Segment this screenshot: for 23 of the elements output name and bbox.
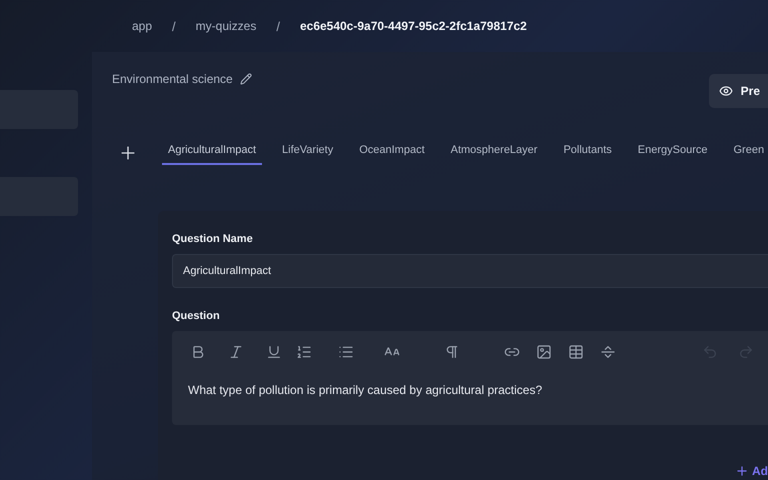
pencil-icon[interactable] bbox=[240, 73, 252, 85]
question-tab[interactable]: LifeVariety bbox=[276, 140, 340, 165]
question-tab[interactable]: Pollutants bbox=[557, 140, 618, 165]
question-tab[interactable]: AgriculturalImpact bbox=[162, 140, 262, 165]
breadcrumb-link[interactable]: ec6e540c-9a70-4497-95c2-2fc1a79817c2 bbox=[300, 19, 527, 33]
field-label: Question bbox=[172, 310, 221, 322]
question-name-field[interactable]: AgriculturalImpact bbox=[172, 254, 768, 288]
eye-icon bbox=[718, 84, 733, 98]
question-text: What type of pollution is primarily caused by agricultural practices? bbox=[188, 383, 544, 397]
add-button[interactable]: Ad bbox=[735, 464, 768, 478]
field-label: Question Name bbox=[172, 233, 254, 245]
preview-button[interactable]: Pre bbox=[708, 74, 768, 108]
breadcrumb-separator: / bbox=[172, 18, 176, 34]
question-tab[interactable]: EnergySource bbox=[632, 140, 714, 165]
question-editor[interactable]: What type of pollution is primarily caused by agricultural practices? bbox=[172, 331, 768, 425]
question-tab[interactable]: OceanImpact bbox=[353, 140, 431, 165]
plus-icon bbox=[735, 464, 749, 478]
quiz-title: Environmental science bbox=[112, 72, 233, 86]
breadcrumb-link[interactable]: app bbox=[132, 19, 152, 33]
breadcrumb-link[interactable]: my-quizzes bbox=[196, 19, 256, 33]
question-tab[interactable]: AtmosphereLayer bbox=[444, 140, 544, 165]
breadcrumb-separator: / bbox=[276, 18, 280, 34]
question-tab[interactable]: Green bbox=[727, 140, 768, 165]
